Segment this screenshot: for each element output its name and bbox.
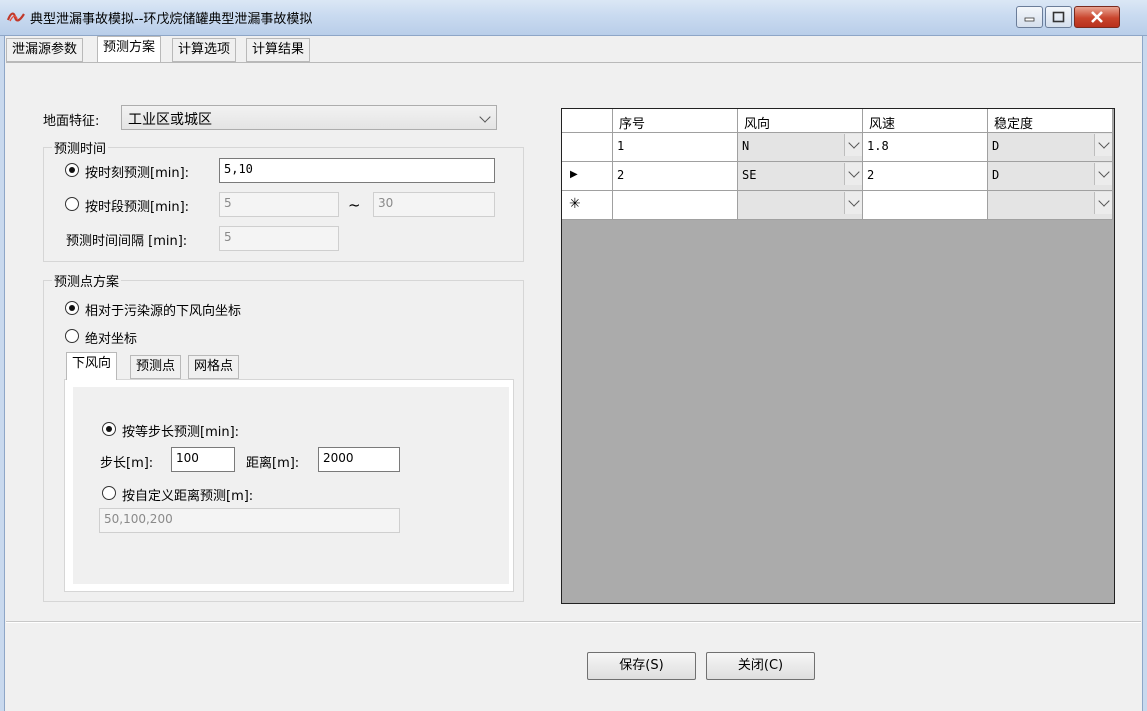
grid-corner bbox=[562, 109, 613, 133]
grid-cell-speed[interactable] bbox=[863, 191, 988, 220]
subtab-prediction-points[interactable]: 预测点 bbox=[130, 355, 182, 379]
tab-calc-options[interactable]: 计算选项 bbox=[172, 38, 237, 62]
window-right-border bbox=[1142, 36, 1147, 711]
grid-header-direction[interactable]: 风向 bbox=[738, 109, 863, 133]
grid-cell-speed[interactable]: 1.8 bbox=[863, 133, 988, 162]
minimize-button[interactable] bbox=[1016, 6, 1043, 28]
subtab-grid-points[interactable]: 网格点 bbox=[188, 355, 240, 379]
grid-cell-direction[interactable] bbox=[738, 191, 863, 220]
chevron-down-icon bbox=[848, 195, 860, 207]
equal-step-label: 按等步长预测[min]: bbox=[122, 425, 240, 440]
dropdown-button[interactable] bbox=[844, 163, 862, 185]
grid-header-direction-text: 风向 bbox=[744, 117, 771, 132]
grid-cell-no-text: 2 bbox=[617, 168, 625, 182]
grid-cell-no[interactable] bbox=[613, 191, 738, 220]
interval-label: 预测时间间隔 [min]: bbox=[66, 234, 188, 249]
dropdown-button[interactable] bbox=[844, 134, 862, 156]
prediction-time-title: 预测时间 bbox=[52, 138, 109, 157]
grid-cell-stability[interactable]: D bbox=[988, 162, 1113, 191]
period-from-input[interactable]: 5 bbox=[219, 192, 339, 217]
step-label: 步长[m]: bbox=[100, 456, 154, 471]
custom-distance-input[interactable]: 50,100,200 bbox=[99, 508, 400, 533]
app-logo-icon bbox=[7, 12, 25, 22]
minimize-icon bbox=[1024, 17, 1035, 22]
distance-input[interactable]: 2000 bbox=[318, 447, 400, 472]
dropdown-button[interactable] bbox=[1094, 192, 1112, 214]
tab-leak-source-params[interactable]: 泄漏源参数 bbox=[6, 38, 84, 62]
save-button[interactable]: 保存(S) bbox=[587, 652, 696, 680]
subtab-downwind[interactable]: 下风向 bbox=[66, 352, 118, 380]
grid-header-no-text: 序号 bbox=[619, 117, 646, 132]
grid-cell-speed-text: 2 bbox=[867, 168, 875, 182]
maximize-button[interactable] bbox=[1045, 6, 1072, 28]
chevron-down-icon bbox=[1098, 195, 1110, 207]
maximize-icon bbox=[1052, 11, 1065, 23]
row-header[interactable]: ✳ bbox=[562, 191, 613, 220]
grid-cell-no[interactable]: 1 bbox=[613, 133, 738, 162]
by-period-label: 按时段预测[min]: bbox=[85, 200, 190, 215]
step-input[interactable]: 100 bbox=[171, 447, 235, 472]
weather-grid[interactable]: 序号 风向 风速 稳定度 1 N 1.8 D ▶ 2 SE 2 D ✳ bbox=[561, 108, 1115, 604]
relative-coord-label: 相对于污染源的下风向坐标 bbox=[85, 304, 242, 319]
window-left-border bbox=[0, 36, 5, 711]
grid-cell-speed-text: 1.8 bbox=[867, 139, 889, 153]
grid-cell-no[interactable]: 2 bbox=[613, 162, 738, 191]
chevron-down-icon bbox=[479, 111, 491, 123]
grid-cell-direction-text: SE bbox=[742, 168, 757, 182]
absolute-coord-radio[interactable] bbox=[65, 329, 79, 343]
grid-cell-stability-text: D bbox=[992, 168, 1000, 182]
by-moment-label: 按时刻预测[min]: bbox=[85, 166, 190, 181]
tab-prediction-scheme[interactable]: 预测方案 bbox=[97, 36, 162, 63]
chevron-down-icon bbox=[1098, 137, 1110, 149]
chevron-down-icon bbox=[1098, 166, 1110, 178]
interval-input[interactable]: 5 bbox=[219, 226, 339, 251]
grid-header-speed[interactable]: 风速 bbox=[863, 109, 988, 133]
grid-cell-speed[interactable]: 2 bbox=[863, 162, 988, 191]
grid-cell-direction[interactable]: N bbox=[738, 133, 863, 162]
close-icon bbox=[1091, 11, 1103, 23]
grid-header-no[interactable]: 序号 bbox=[613, 109, 738, 133]
chevron-down-icon bbox=[848, 137, 860, 149]
grid-cell-no-text: 1 bbox=[617, 139, 625, 153]
row-header[interactable]: ▶ bbox=[562, 162, 613, 191]
current-row-icon: ▶ bbox=[570, 169, 578, 180]
relative-coord-radio[interactable] bbox=[65, 301, 79, 315]
absolute-coord-label: 绝对坐标 bbox=[85, 332, 138, 347]
close-window-button[interactable] bbox=[1074, 6, 1120, 28]
custom-distance-label: 按自定义距离预测[m]: bbox=[122, 489, 254, 504]
equal-step-radio[interactable] bbox=[102, 422, 116, 436]
grid-header-speed-text: 风速 bbox=[869, 117, 896, 132]
ground-feature-label: 地面特征: bbox=[43, 114, 100, 129]
dropdown-button[interactable] bbox=[1094, 134, 1112, 156]
prediction-point-title: 预测点方案 bbox=[52, 271, 122, 290]
by-period-radio[interactable] bbox=[65, 197, 79, 211]
by-moment-radio[interactable] bbox=[65, 163, 79, 177]
close-button[interactable]: 关闭(C) bbox=[706, 652, 815, 680]
window-title: 典型泄漏事故模拟--环戊烷储罐典型泄漏事故模拟 bbox=[30, 12, 313, 27]
tab-calc-results[interactable]: 计算结果 bbox=[246, 38, 311, 62]
distance-label: 距离[m]: bbox=[246, 456, 300, 471]
title-bar[interactable]: 典型泄漏事故模拟--环戊烷储罐典型泄漏事故模拟 bbox=[0, 0, 1147, 36]
tilde-label: ~ bbox=[348, 196, 361, 214]
grid-cell-stability[interactable] bbox=[988, 191, 1113, 220]
dropdown-button[interactable] bbox=[1094, 163, 1112, 185]
grid-header-stability-text: 稳定度 bbox=[994, 117, 1034, 132]
grid-header-stability[interactable]: 稳定度 bbox=[988, 109, 1113, 133]
grid-cell-stability-text: D bbox=[992, 139, 1000, 153]
by-moment-input[interactable]: 5,10 bbox=[219, 158, 495, 183]
ground-feature-value: 工业区或城区 bbox=[128, 112, 212, 128]
grid-cell-direction-text: N bbox=[742, 139, 750, 153]
new-row-asterisk-icon: ✳ bbox=[569, 196, 581, 212]
custom-distance-radio[interactable] bbox=[102, 486, 116, 500]
grid-cell-direction[interactable]: SE bbox=[738, 162, 863, 191]
row-header[interactable] bbox=[562, 133, 613, 162]
dropdown-button[interactable] bbox=[844, 192, 862, 214]
grid-cell-stability[interactable]: D bbox=[988, 133, 1113, 162]
chevron-down-icon bbox=[848, 166, 860, 178]
period-to-input[interactable]: 30 bbox=[373, 192, 495, 217]
ground-feature-select[interactable]: 工业区或城区 bbox=[121, 105, 497, 130]
footer-divider bbox=[6, 621, 1141, 623]
